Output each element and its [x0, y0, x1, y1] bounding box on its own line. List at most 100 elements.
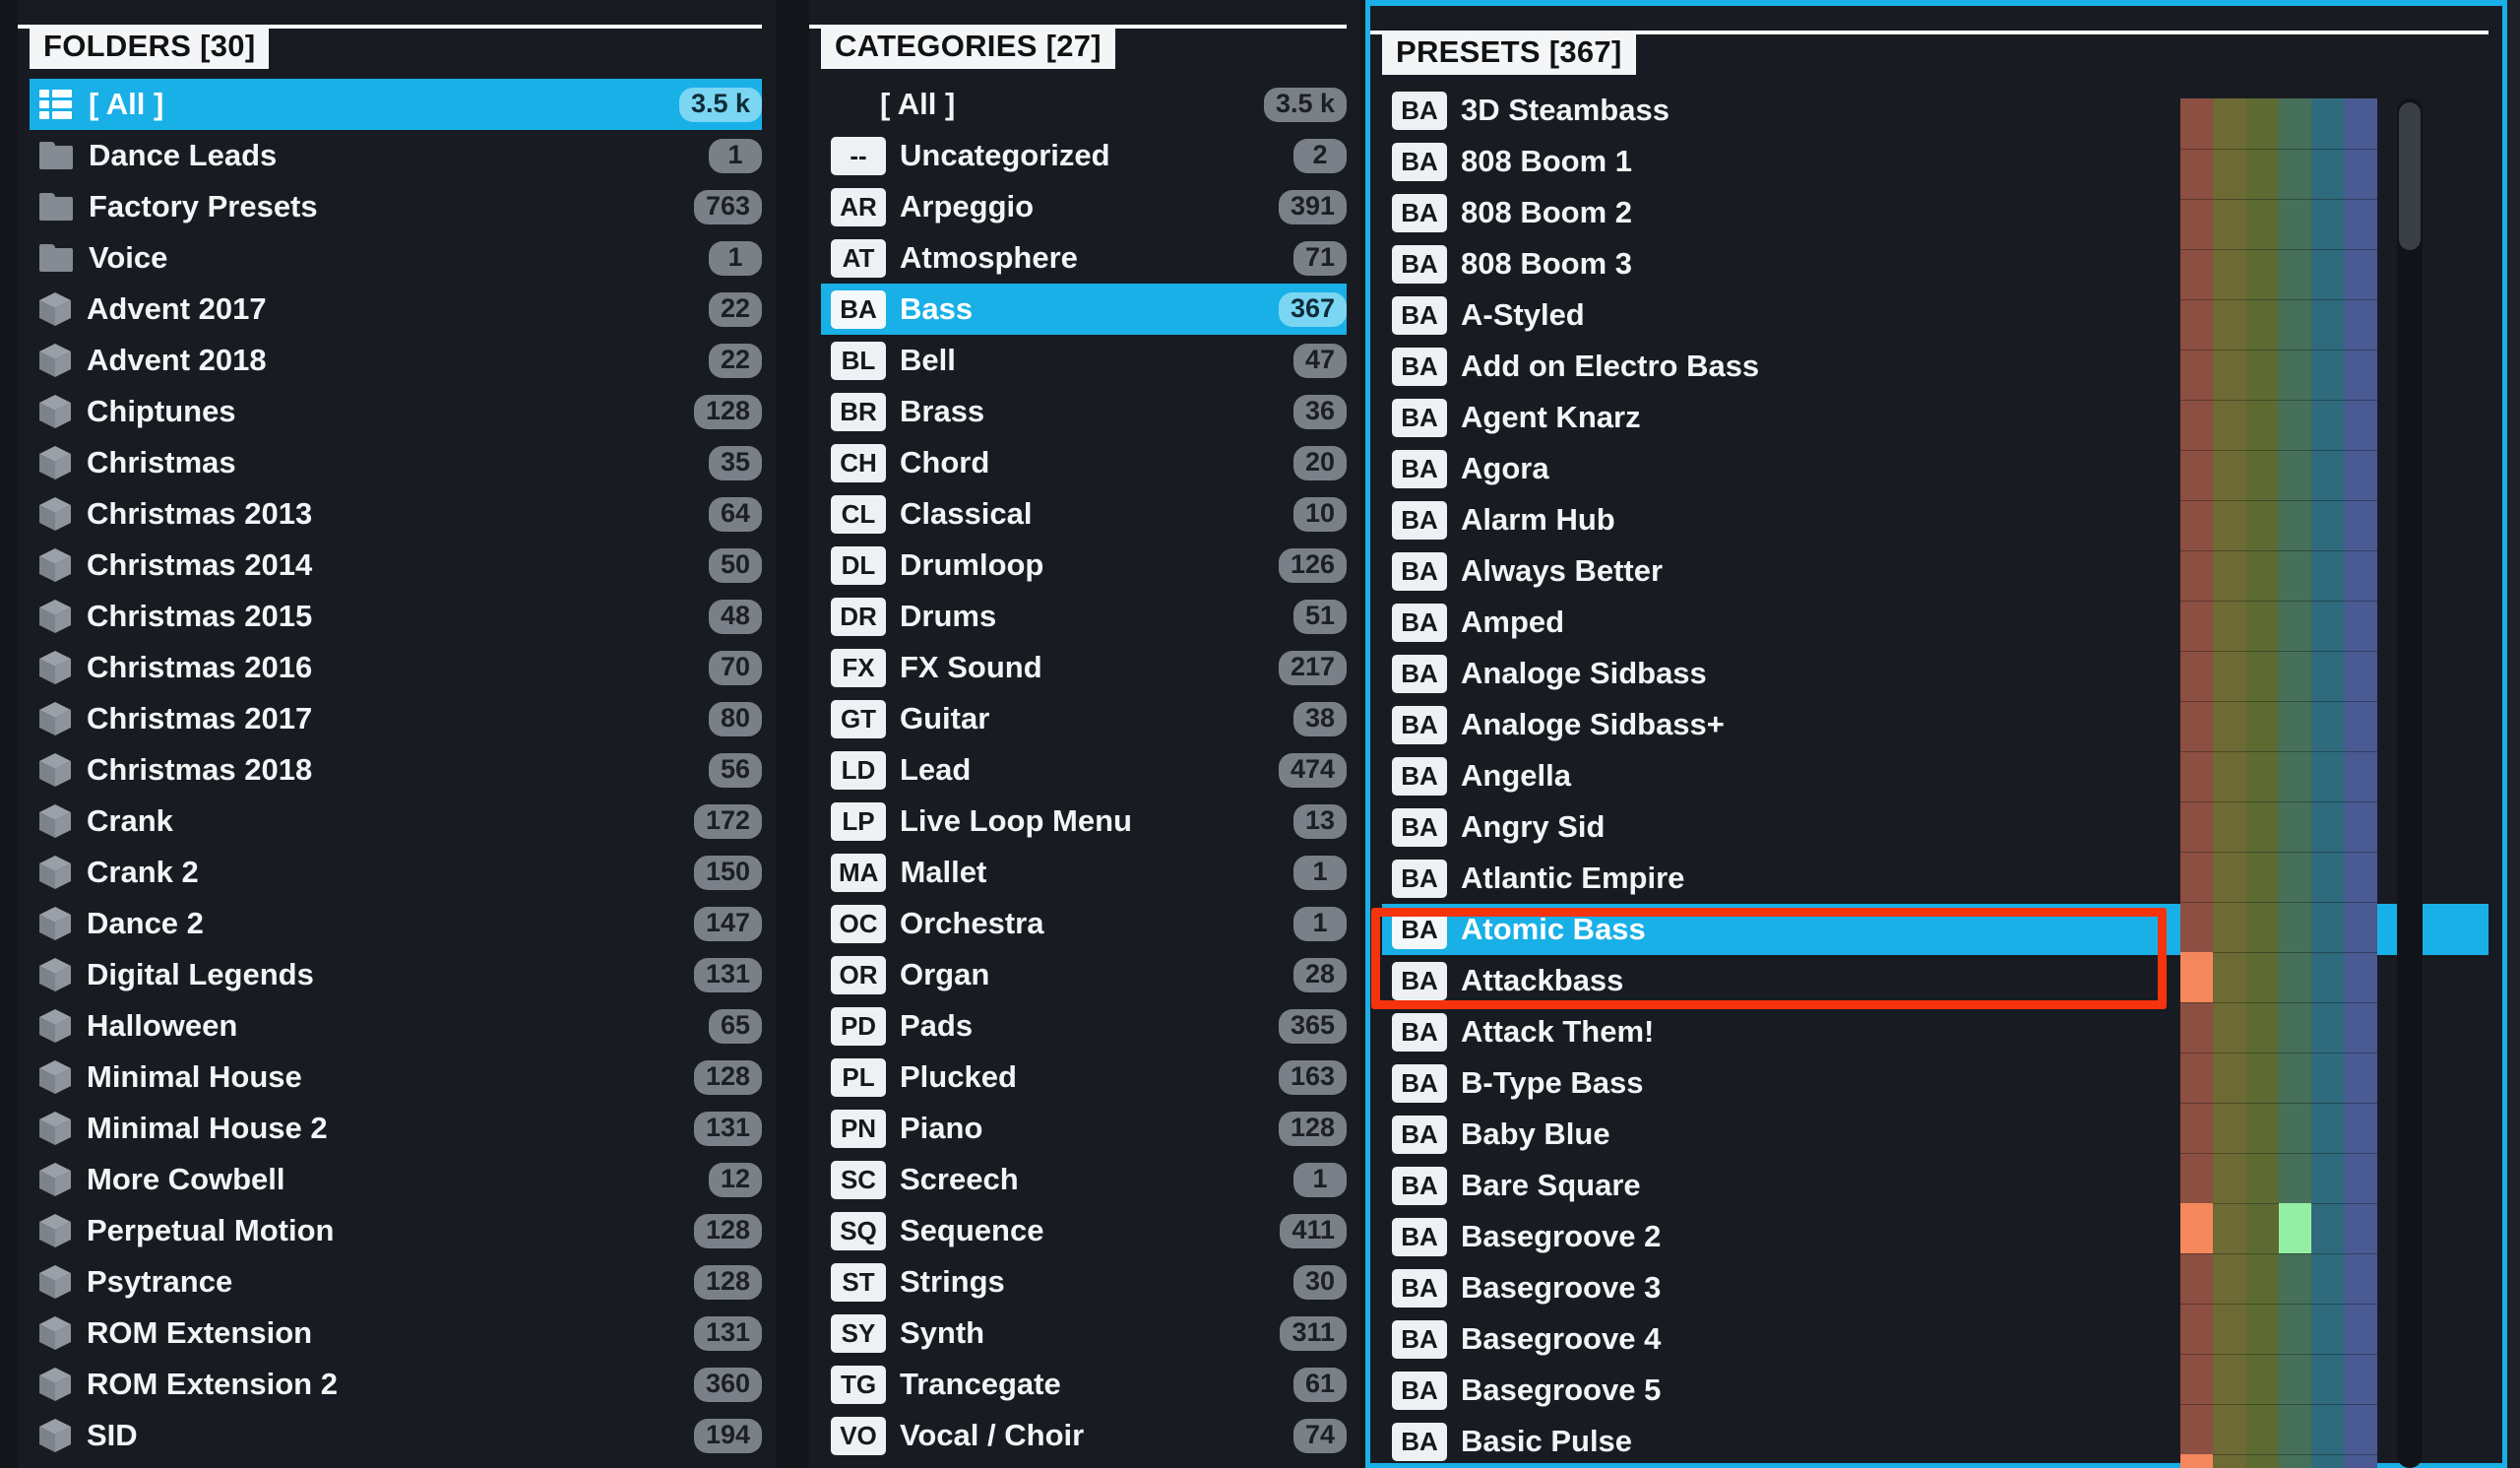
- folders-header: FOLDERS [30]: [18, 14, 776, 79]
- item-count-badge: 367: [1278, 291, 1347, 327]
- category-tag: BA: [1392, 1166, 1447, 1205]
- item-label: Christmas 2018: [87, 752, 313, 787]
- category-list-item[interactable]: CH Chord 20: [821, 437, 1347, 488]
- item-count-badge: 217: [1278, 650, 1347, 685]
- category-list-item[interactable]: [ All ] 3.5 k: [821, 79, 1347, 130]
- color-strip-marker[interactable]: [2180, 1203, 2214, 1253]
- folder-list-item[interactable]: Dance Leads 1: [30, 130, 762, 181]
- category-list-item[interactable]: OC Orchestra 1: [821, 898, 1347, 949]
- folder-list-item[interactable]: [ All ] 3.5 k: [30, 79, 762, 130]
- category-list-item[interactable]: PN Piano 128: [821, 1103, 1347, 1154]
- category-list-item[interactable]: PL Plucked 163: [821, 1052, 1347, 1103]
- folder-list-item[interactable]: Christmas 2013 64: [30, 488, 762, 540]
- category-list-item[interactable]: OR Organ 28: [821, 949, 1347, 1000]
- color-strip-marker[interactable]: [2180, 952, 2214, 1002]
- item-label: Chiptunes: [87, 394, 236, 428]
- item-count-badge: 411: [1280, 1213, 1347, 1248]
- item-label: Halloween: [87, 1008, 238, 1043]
- category-list-item[interactable]: BR Brass 36: [821, 386, 1347, 437]
- item-count-badge: 1: [709, 138, 762, 173]
- folder-list-item[interactable]: Christmas 2017 80: [30, 693, 762, 744]
- folder-list-item[interactable]: Factory Presets 763: [30, 181, 762, 232]
- cube-icon: [39, 958, 71, 991]
- folder-list-item[interactable]: Christmas 35: [30, 437, 762, 488]
- category-list-item[interactable]: ST Strings 30: [821, 1256, 1347, 1308]
- folder-list-item[interactable]: More Cowbell 12: [30, 1154, 762, 1205]
- category-list-item[interactable]: BL Bell 47: [821, 335, 1347, 386]
- cube-icon: [39, 1214, 71, 1247]
- category-list-item[interactable]: TG Trancegate 61: [821, 1359, 1347, 1410]
- categories-list[interactable]: [ All ] 3.5 k -- Uncategorized 2 AR Arpeggio 39…: [809, 79, 1360, 1461]
- folder-list-item[interactable]: Advent 2018 22: [30, 335, 762, 386]
- color-strip-marker[interactable]: [2180, 1454, 2214, 1468]
- category-list-item[interactable]: AT Atmosphere 71: [821, 232, 1347, 284]
- color-strip-gridline: [2180, 852, 2377, 853]
- category-list-item[interactable]: -- Uncategorized 2: [821, 130, 1347, 181]
- category-tag: AT: [831, 238, 886, 278]
- item-label: Dance 2: [87, 906, 204, 940]
- category-list-item[interactable]: BA Bass 367: [821, 284, 1347, 335]
- folder-list-item[interactable]: Advent 2017 22: [30, 284, 762, 335]
- category-tag: BA: [1392, 1319, 1447, 1359]
- category-list-item[interactable]: VO Vocal / Choir 74: [821, 1410, 1347, 1461]
- folders-list[interactable]: [ All ] 3.5 k Dance Leads 1 Factory Presets 7…: [18, 79, 776, 1461]
- item-label: Classical: [900, 496, 1033, 531]
- folder-list-item[interactable]: Voice 1: [30, 232, 762, 284]
- folder-list-item[interactable]: Minimal House 128: [30, 1052, 762, 1103]
- category-list-item[interactable]: AR Arpeggio 391: [821, 181, 1347, 232]
- item-label: Synth: [900, 1315, 985, 1350]
- category-list-item[interactable]: SQ Sequence 411: [821, 1205, 1347, 1256]
- item-count-badge: 38: [1292, 701, 1347, 736]
- folder-list-item[interactable]: Perpetual Motion 128: [30, 1205, 762, 1256]
- item-count-badge: 1: [1293, 855, 1347, 890]
- category-tag: BL: [831, 341, 886, 380]
- item-label: Crank: [87, 803, 173, 838]
- color-strip-marker[interactable]: [2278, 1203, 2312, 1253]
- cube-icon: [39, 1112, 71, 1145]
- category-list-item[interactable]: GT Guitar 38: [821, 693, 1347, 744]
- folder-list-item[interactable]: Psytrance 128: [30, 1256, 762, 1308]
- category-list-item[interactable]: FX FX Sound 217: [821, 642, 1347, 693]
- folder-list-item[interactable]: Christmas 2014 50: [30, 540, 762, 591]
- folder-list-item[interactable]: Dance 2 147: [30, 898, 762, 949]
- category-list-item[interactable]: MA Mallet 1: [821, 847, 1347, 898]
- item-label: Factory Presets: [89, 189, 318, 223]
- category-list-item[interactable]: SC Screech 1: [821, 1154, 1347, 1205]
- item-count-badge: 3.5 k: [1263, 87, 1347, 122]
- category-list-item[interactable]: CL Classical 10: [821, 488, 1347, 540]
- color-strip-gridline: [2180, 299, 2377, 300]
- category-tag: SY: [831, 1313, 886, 1353]
- category-list-item[interactable]: LP Live Loop Menu 13: [821, 796, 1347, 847]
- folder-list-item[interactable]: Crank 172: [30, 796, 762, 847]
- folder-list-item[interactable]: Crank 2 150: [30, 847, 762, 898]
- folder-list-item[interactable]: SID 194: [30, 1410, 762, 1461]
- folder-list-item[interactable]: Minimal House 2 131: [30, 1103, 762, 1154]
- color-strip-gridline: [2180, 550, 2377, 551]
- presets-scrollbar-thumb[interactable]: [2399, 102, 2421, 250]
- item-label: Perpetual Motion: [87, 1213, 335, 1247]
- item-count-badge: 1: [709, 240, 762, 276]
- category-list-item[interactable]: DL Drumloop 126: [821, 540, 1347, 591]
- item-label: Christmas 2014: [87, 547, 313, 582]
- folder-list-item[interactable]: Christmas 2018 56: [30, 744, 762, 796]
- item-label: Mallet: [900, 855, 987, 889]
- item-label: Live Loop Menu: [900, 803, 1132, 838]
- folder-list-item[interactable]: Digital Legends 131: [30, 949, 762, 1000]
- presets-scrollbar-track[interactable]: [2397, 98, 2423, 1468]
- category-list-item[interactable]: LD Lead 474: [821, 744, 1347, 796]
- item-label: ROM Extension 2: [87, 1367, 338, 1401]
- item-count-badge: 35: [708, 445, 762, 480]
- folder-list-item[interactable]: ROM Extension 131: [30, 1308, 762, 1359]
- category-list-item[interactable]: DR Drums 51: [821, 591, 1347, 642]
- folder-list-item[interactable]: Christmas 2016 70: [30, 642, 762, 693]
- folder-list-item[interactable]: Chiptunes 128: [30, 386, 762, 437]
- category-list-item[interactable]: SY Synth 311: [821, 1308, 1347, 1359]
- color-strip-gridline: [2180, 601, 2377, 602]
- color-strip-gridline: [2180, 400, 2377, 401]
- folder-list-item[interactable]: ROM Extension 2 360: [30, 1359, 762, 1410]
- category-list-item[interactable]: PD Pads 365: [821, 1000, 1347, 1052]
- item-label: Christmas 2016: [87, 650, 313, 684]
- item-count-badge: 80: [708, 701, 762, 736]
- folder-list-item[interactable]: Halloween 65: [30, 1000, 762, 1052]
- folder-list-item[interactable]: Christmas 2015 48: [30, 591, 762, 642]
